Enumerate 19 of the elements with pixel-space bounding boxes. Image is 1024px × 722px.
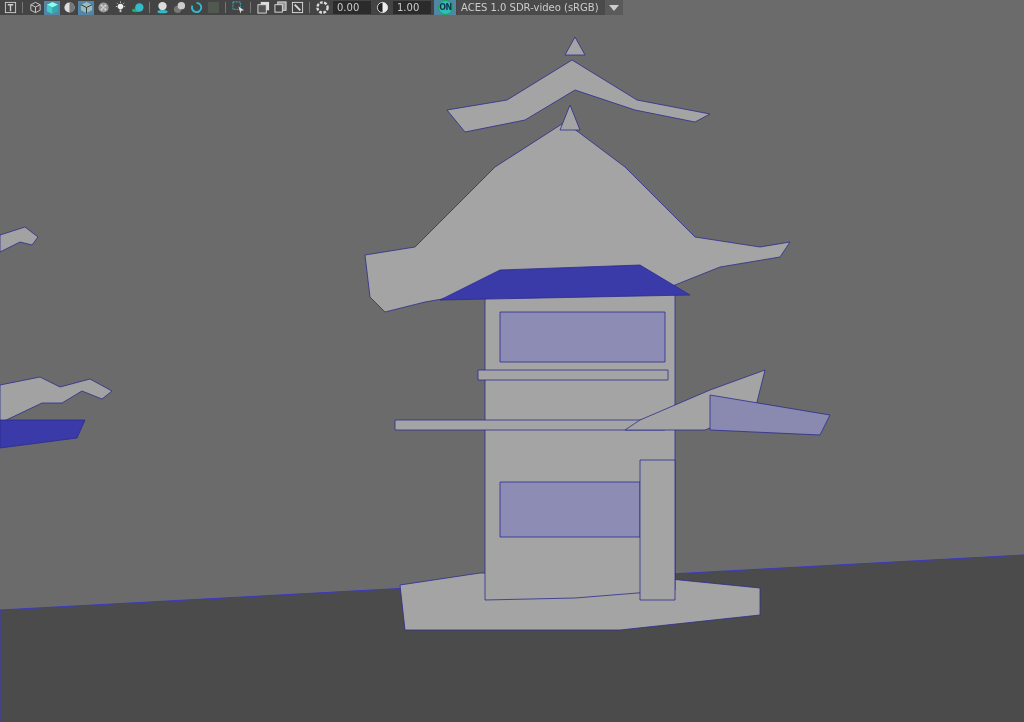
value-field[interactable]: 1.00 [393, 1, 431, 14]
caret-icon[interactable] [604, 0, 623, 15]
shadowed-sphere-icon[interactable] [129, 0, 145, 15]
overlapping-squares-icon[interactable] [255, 0, 271, 15]
half-shaded-sphere-icon[interactable] [61, 0, 77, 15]
toggle-badge[interactable]: ON [438, 0, 453, 15]
selection-arrow-icon[interactable] [230, 0, 246, 15]
value-field[interactable]: 0.00 [333, 1, 371, 14]
wireframe-cube-icon[interactable] [27, 0, 43, 15]
color-space-dropdown[interactable]: ACES 1.0 SDR-video (sRGB) [457, 0, 623, 15]
sphere-on-plane-icon[interactable] [154, 0, 170, 15]
checkered-sphere-icon[interactable] [95, 0, 111, 15]
panel-icon[interactable] [2, 0, 18, 15]
shaded-cube-icon[interactable] [44, 0, 60, 15]
two-spheres-icon[interactable] [171, 0, 187, 15]
aperture-icon[interactable] [314, 0, 330, 15]
layered-squares-icon[interactable] [272, 0, 288, 15]
wireframe-on-shaded-cube-icon[interactable] [78, 0, 94, 15]
half-circle-icon[interactable] [374, 0, 390, 15]
